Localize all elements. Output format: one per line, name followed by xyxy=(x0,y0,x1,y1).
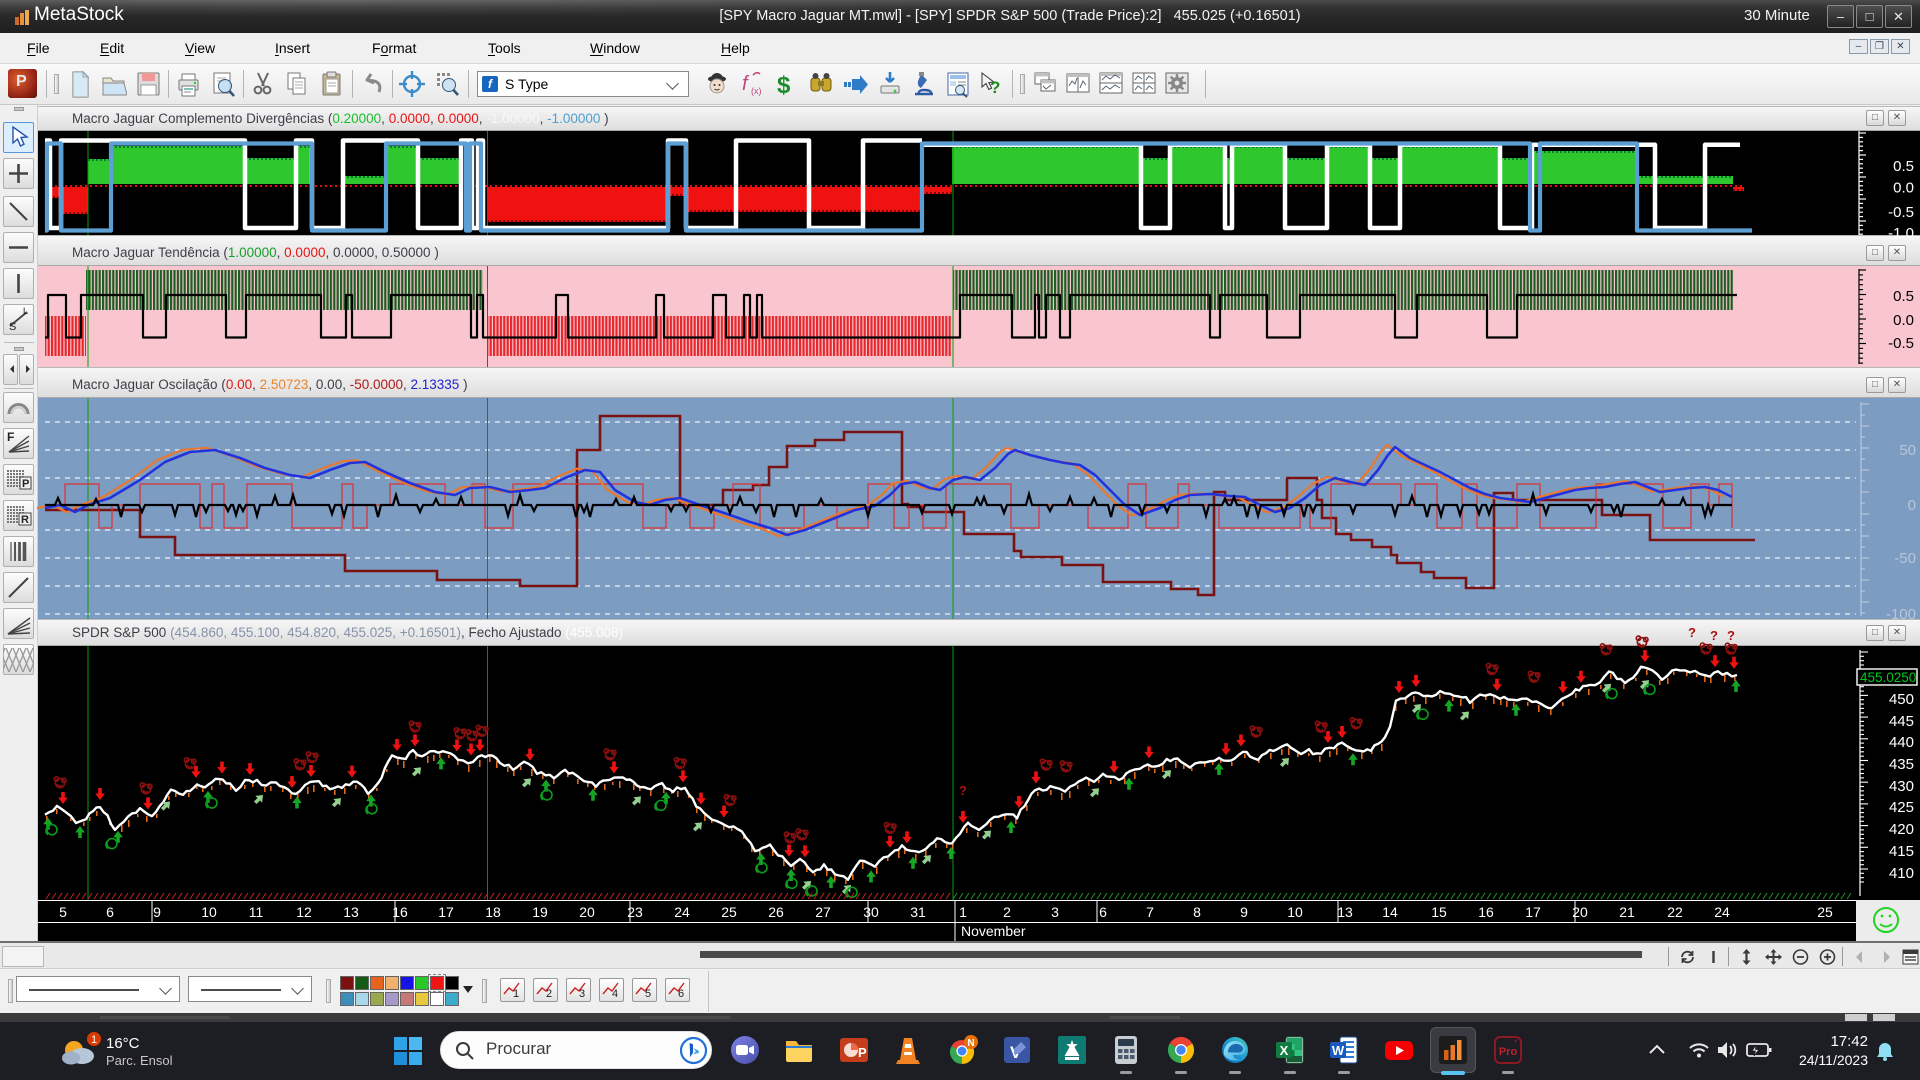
svg-text:6: 6 xyxy=(1099,904,1107,920)
svg-text:25: 25 xyxy=(1817,904,1833,920)
svg-text:3: 3 xyxy=(1051,904,1059,920)
svg-text:13: 13 xyxy=(343,904,359,920)
svg-text:425: 425 xyxy=(1889,799,1914,816)
svg-text:0.0: 0.0 xyxy=(1893,180,1914,197)
svg-text:-0.5: -0.5 xyxy=(1888,335,1914,352)
svg-text:N: N xyxy=(967,1038,974,1049)
svg-text:-1.0: -1.0 xyxy=(1888,225,1914,242)
svg-text:?: ? xyxy=(959,783,967,798)
svg-text:1: 1 xyxy=(513,988,519,1000)
svg-text:27: 27 xyxy=(815,904,831,920)
svg-text:6: 6 xyxy=(678,988,684,1000)
svg-text:20: 20 xyxy=(579,904,595,920)
svg-text:-100: -100 xyxy=(1886,606,1916,623)
svg-text:18: 18 xyxy=(485,904,501,920)
svg-text:2: 2 xyxy=(1003,904,1011,920)
svg-text:?: ? xyxy=(1710,628,1718,643)
svg-text:X: X xyxy=(1280,1043,1289,1058)
svg-text:W: W xyxy=(1332,1043,1345,1058)
svg-text:430: 430 xyxy=(1889,778,1914,795)
svg-text:16: 16 xyxy=(1478,904,1494,920)
svg-text:9: 9 xyxy=(1240,904,1248,920)
svg-text:13: 13 xyxy=(1337,904,1353,920)
svg-text:415: 415 xyxy=(1889,843,1914,860)
svg-text:15: 15 xyxy=(1431,904,1447,920)
svg-text:1: 1 xyxy=(959,904,967,920)
svg-text:450: 450 xyxy=(1889,691,1914,708)
svg-text:5: 5 xyxy=(59,904,67,920)
svg-text:5: 5 xyxy=(645,988,651,1000)
svg-text:50: 50 xyxy=(1899,442,1916,459)
svg-text:0.0: 0.0 xyxy=(1893,312,1914,329)
svg-text:9: 9 xyxy=(153,904,161,920)
svg-text:19: 19 xyxy=(532,904,548,920)
svg-text:30: 30 xyxy=(863,904,879,920)
svg-text:17: 17 xyxy=(1525,904,1541,920)
svg-text:November: November xyxy=(961,923,1026,939)
svg-text:P: P xyxy=(858,1045,867,1060)
svg-text:25: 25 xyxy=(721,904,737,920)
svg-text:7: 7 xyxy=(1146,904,1154,920)
svg-text:10: 10 xyxy=(1287,904,1303,920)
svg-text:11: 11 xyxy=(249,904,264,920)
svg-text:445: 445 xyxy=(1889,713,1914,730)
svg-text:1: 1 xyxy=(91,1034,97,1046)
svg-text:24: 24 xyxy=(674,904,690,920)
svg-text:?: ? xyxy=(1727,628,1735,643)
svg-text:10: 10 xyxy=(201,904,217,920)
svg-text:17: 17 xyxy=(438,904,454,920)
svg-text:2: 2 xyxy=(546,988,552,1000)
svg-text:410: 410 xyxy=(1889,865,1914,882)
svg-text:420: 420 xyxy=(1889,821,1914,838)
svg-text:455.0250: 455.0250 xyxy=(1860,670,1916,685)
svg-text:22: 22 xyxy=(1667,904,1683,920)
svg-text:Pro: Pro xyxy=(1499,1046,1518,1058)
svg-text:14: 14 xyxy=(1382,904,1398,920)
svg-text:3: 3 xyxy=(579,988,585,1000)
svg-text:0.5: 0.5 xyxy=(1893,288,1914,305)
svg-text:4: 4 xyxy=(612,988,618,1000)
svg-text:435: 435 xyxy=(1889,756,1914,773)
svg-text:-50: -50 xyxy=(1894,550,1916,567)
svg-text:6: 6 xyxy=(106,904,114,920)
svg-text:24: 24 xyxy=(1714,904,1730,920)
svg-text:-0.5: -0.5 xyxy=(1888,204,1914,221)
svg-text:12: 12 xyxy=(296,904,312,920)
svg-text:26: 26 xyxy=(768,904,784,920)
svg-text:0: 0 xyxy=(1908,497,1916,514)
svg-text:440: 440 xyxy=(1889,734,1914,751)
svg-text:?: ? xyxy=(1688,625,1696,640)
svg-text:8: 8 xyxy=(1193,904,1201,920)
svg-text:0.5: 0.5 xyxy=(1893,158,1914,175)
svg-text:31: 31 xyxy=(910,904,926,920)
svg-text:21: 21 xyxy=(1619,904,1635,920)
